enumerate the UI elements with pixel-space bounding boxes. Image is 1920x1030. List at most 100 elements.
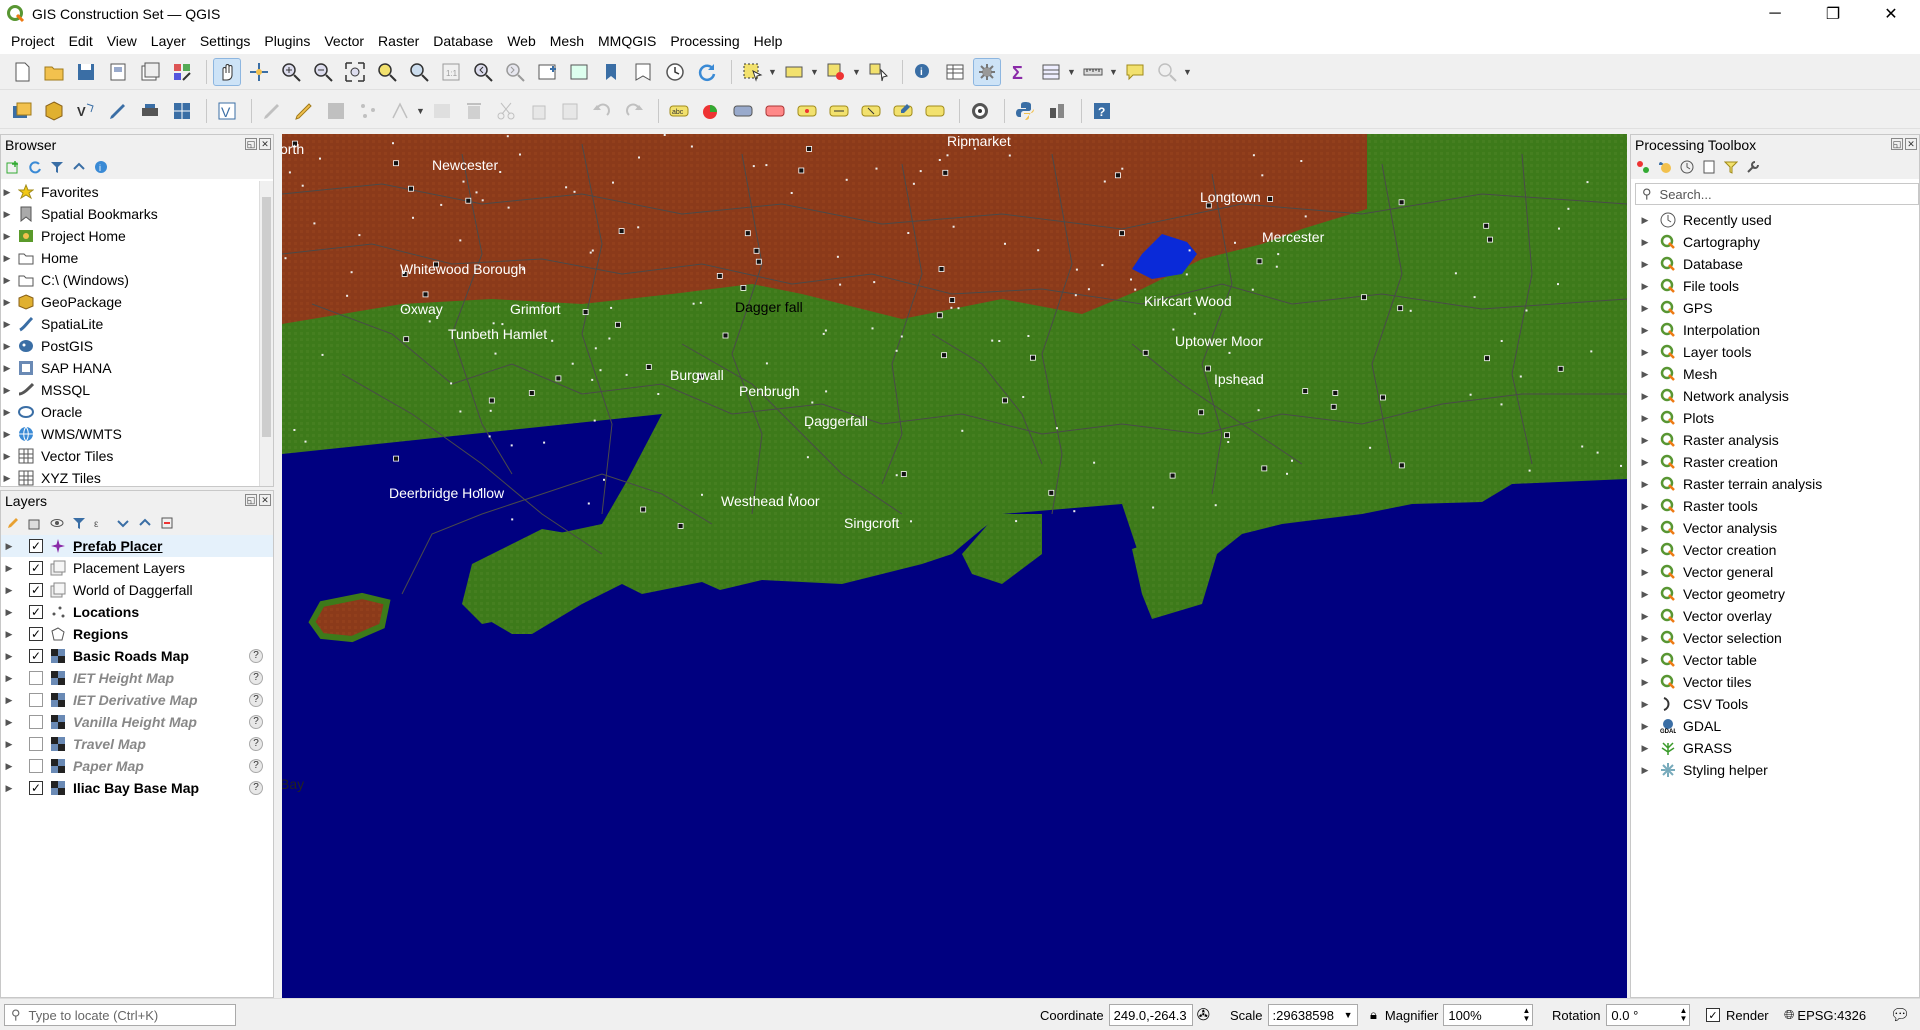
processing-toolbox-icon[interactable] — [973, 57, 1001, 86]
toolbox-provider-item[interactable]: ▶ Vector table — [1631, 649, 1919, 671]
expand-arrow-icon[interactable]: ▶ — [1639, 259, 1651, 270]
layer-item[interactable]: ▶ Paper Map? — [1, 755, 273, 777]
undo-icon[interactable] — [588, 97, 616, 125]
expand-arrow-icon[interactable]: ▶ — [3, 717, 15, 728]
models-icon[interactable] — [1635, 159, 1651, 175]
unknown-crs-icon[interactable]: ? — [249, 781, 263, 795]
expand-arrow-icon[interactable]: ▶ — [1639, 457, 1651, 468]
locator-icon[interactable] — [1153, 58, 1181, 86]
pan-to-selection-icon[interactable] — [245, 58, 273, 86]
select-value-dropdown-icon[interactable]: ▼ — [810, 67, 819, 77]
expand-arrow-icon[interactable]: ▶ — [3, 607, 15, 618]
unknown-crs-icon[interactable]: ? — [249, 693, 263, 707]
browser-item[interactable]: ▶ SAP HANA — [1, 357, 257, 379]
expand-arrow-icon[interactable]: ▶ — [1639, 699, 1651, 710]
menu-settings[interactable]: Settings — [193, 28, 258, 54]
menu-vector[interactable]: Vector — [317, 28, 371, 54]
menu-edit[interactable]: Edit — [62, 28, 100, 54]
filter-legend-icon[interactable] — [71, 515, 87, 531]
float-panel-button[interactable]: ◱ — [245, 138, 257, 150]
toolbox-provider-item[interactable]: ▶ GRASS — [1631, 737, 1919, 759]
toolbox-provider-item[interactable]: ▶ CSV Tools — [1631, 693, 1919, 715]
toggle-editing-icon[interactable] — [290, 97, 318, 125]
new-3d-view-icon[interactable] — [565, 58, 593, 86]
spinbox-arrows-icon[interactable]: ▲ ▼ — [1522, 1007, 1530, 1023]
browser-item[interactable]: ▶ Project Home — [1, 225, 257, 247]
pin-label-icon[interactable] — [761, 97, 789, 125]
browser-item[interactable]: ▶ Spatial Bookmarks — [1, 203, 257, 225]
toolbox-provider-item[interactable]: ▶ Raster analysis — [1631, 429, 1919, 451]
expand-arrow-icon[interactable]: ▶ — [1, 429, 13, 440]
layer-visibility-checkbox[interactable] — [29, 715, 43, 729]
toolbox-provider-item[interactable]: ▶ GDAL GDAL — [1631, 715, 1919, 737]
map-tips-icon[interactable] — [1121, 58, 1149, 86]
toolbox-provider-item[interactable]: ▶ GPS — [1631, 297, 1919, 319]
layer-visibility-checkbox[interactable]: ✓ — [29, 605, 43, 619]
collapse-all-icon[interactable] — [71, 159, 87, 175]
rotation-field[interactable]: 0.0 ° ▲ ▼ — [1606, 1004, 1691, 1026]
menu-raster[interactable]: Raster — [371, 28, 426, 54]
magnifier-field[interactable]: 100% ▲ ▼ — [1443, 1004, 1534, 1026]
browser-item[interactable]: ▶ C:\ (Windows) — [1, 269, 257, 291]
layer-visibility-checkbox[interactable] — [29, 671, 43, 685]
refresh-icon[interactable] — [693, 58, 721, 86]
new-map-view-icon[interactable] — [533, 58, 561, 86]
close-button[interactable]: ✕ — [1862, 0, 1920, 28]
menu-project[interactable]: Project — [4, 28, 62, 54]
statistics-sum-icon[interactable]: Σ — [1005, 58, 1033, 86]
expand-arrow-icon[interactable]: ▶ — [3, 783, 15, 794]
highlight-pinned-label-icon[interactable] — [729, 97, 757, 125]
menu-mesh[interactable]: Mesh — [543, 28, 591, 54]
layer-visibility-checkbox[interactable]: ✓ — [29, 539, 43, 553]
attribute-table-icon[interactable] — [941, 58, 969, 86]
close-panel-button[interactable]: ✕ — [1905, 138, 1917, 150]
browser-item[interactable]: ▶ Oracle — [1, 401, 257, 423]
expand-arrow-icon[interactable]: ▶ — [1, 319, 13, 330]
select-dropdown-icon[interactable]: ▼ — [768, 67, 777, 77]
toolbox-provider-item[interactable]: ▶ Interpolation — [1631, 319, 1919, 341]
zoom-selection-icon[interactable] — [373, 58, 401, 86]
unknown-crs-icon[interactable]: ? — [249, 759, 263, 773]
toolbox-provider-item[interactable]: ▶ Layer tools — [1631, 341, 1919, 363]
expand-arrow-icon[interactable]: ▶ — [1639, 479, 1651, 490]
layer-item[interactable]: ▶ ✓ Placement Layers — [1, 557, 273, 579]
cut-features-icon[interactable] — [492, 97, 520, 125]
layer-item[interactable]: ▶ IET Height Map? — [1, 667, 273, 689]
new-bookmark-icon[interactable] — [597, 58, 625, 86]
unknown-crs-icon[interactable]: ? — [249, 671, 263, 685]
layer-styling-icon[interactable] — [5, 515, 21, 531]
new-vector-layer-icon[interactable]: V — [72, 97, 100, 125]
qms-plugin-icon[interactable] — [966, 97, 994, 125]
browser-item[interactable]: ▶ Home — [1, 247, 257, 269]
filter-browser-icon[interactable] — [49, 159, 65, 175]
toggle-extents-icon[interactable]: ✇ — [1197, 1005, 1210, 1025]
expand-arrow-icon[interactable]: ▶ — [1639, 281, 1651, 292]
render-checkbox[interactable]: ✓ — [1706, 1008, 1720, 1022]
scripts-icon[interactable] — [1657, 159, 1673, 175]
layer-visibility-checkbox[interactable] — [29, 737, 43, 751]
expand-arrow-icon[interactable]: ▶ — [1639, 523, 1651, 534]
toolbox-provider-item[interactable]: ▶ Vector general — [1631, 561, 1919, 583]
toolbox-provider-item[interactable]: ▶ Recently used — [1631, 209, 1919, 231]
toolbox-provider-item[interactable]: ▶ Database — [1631, 253, 1919, 275]
unknown-crs-icon[interactable]: ? — [249, 737, 263, 751]
browser-item[interactable]: ▶ Favorites — [1, 181, 257, 203]
float-panel-button[interactable]: ◱ — [245, 494, 257, 506]
add-raster-icon[interactable] — [168, 97, 196, 125]
results-viewer-icon[interactable] — [1701, 159, 1717, 175]
data-source-manager-icon[interactable] — [8, 97, 36, 125]
scale-field[interactable]: :29638598 ▼ — [1267, 1004, 1358, 1026]
layer-item[interactable]: ▶ Vanilla Height Map? — [1, 711, 273, 733]
expand-arrow-icon[interactable]: ▶ — [3, 695, 15, 706]
select-features-icon[interactable] — [738, 58, 766, 86]
map-canvas[interactable]: orth Newcester Ripmarket Longtown Mercester W… — [282, 134, 1627, 998]
browser-item[interactable]: ▶ MSSQL — [1, 379, 257, 401]
expand-arrow-icon[interactable]: ▶ — [1639, 589, 1651, 600]
zoom-layer-icon[interactable] — [405, 58, 433, 86]
toolbox-provider-item[interactable]: ▶ Cartography — [1631, 231, 1919, 253]
expand-arrow-icon[interactable]: ▶ — [1639, 501, 1651, 512]
show-hide-label-icon[interactable] — [793, 97, 821, 125]
select-by-value-icon[interactable] — [780, 58, 808, 86]
deselect-dropdown-icon[interactable]: ▼ — [852, 67, 861, 77]
layer-item[interactable]: ▶ ✓ Iliac Bay Base Map? — [1, 777, 273, 799]
